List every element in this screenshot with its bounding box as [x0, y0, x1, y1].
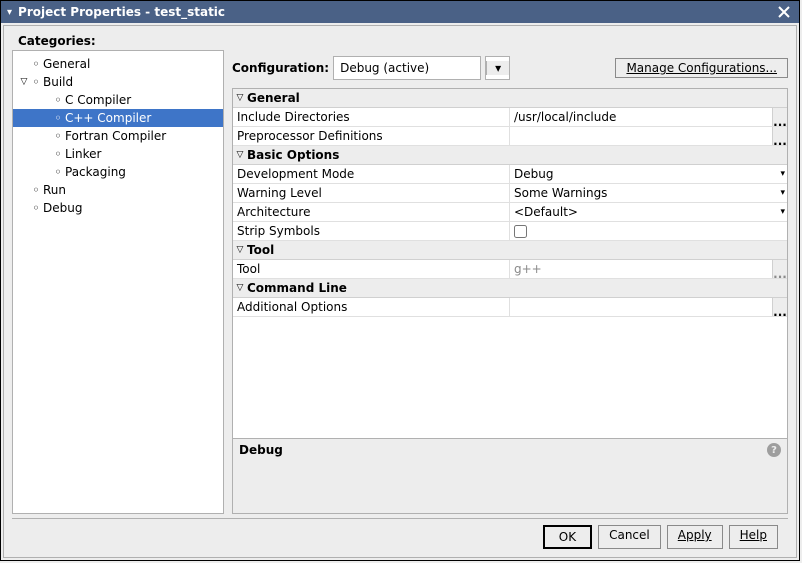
categories-label: Categories:: [18, 34, 788, 48]
strip-symbols-checkbox[interactable]: [514, 225, 527, 238]
section-general[interactable]: ▽General: [233, 89, 787, 108]
tree-item-run[interactable]: Run: [13, 181, 223, 199]
prop-strip-symbols[interactable]: Strip Symbols: [233, 222, 787, 241]
section-command-line[interactable]: ▽Command Line: [233, 279, 787, 298]
prop-warning-level[interactable]: Warning LevelSome Warnings▾: [233, 184, 787, 203]
prop-additional-options[interactable]: Additional Options...: [233, 298, 787, 317]
bullet-icon: [31, 184, 41, 196]
browse-icon[interactable]: ...: [772, 298, 787, 316]
chevron-down-icon: ▽: [233, 245, 247, 255]
bullet-icon: [53, 130, 63, 142]
bullet-icon: [31, 58, 41, 70]
window-menu-icon[interactable]: ▾: [7, 7, 12, 18]
tree-item-packaging[interactable]: Packaging: [13, 163, 223, 181]
window-title: Project Properties - test_static: [18, 5, 225, 19]
chevron-down-icon: ▾: [486, 61, 509, 75]
close-icon[interactable]: [775, 3, 793, 21]
window: ▾ Project Properties - test_static Categ…: [0, 0, 800, 561]
bullet-icon: [53, 112, 63, 124]
chevron-down-icon: ▽: [233, 283, 247, 293]
properties-pane: Configuration: Debug (active) ▾ Manage C…: [232, 50, 788, 514]
cancel-button[interactable]: Cancel: [598, 525, 661, 549]
configuration-value: Debug (active): [334, 61, 480, 75]
tree-item-debug[interactable]: Debug: [13, 199, 223, 217]
configuration-dropdown-button[interactable]: ▾: [485, 56, 510, 80]
bullet-icon: [31, 76, 41, 88]
chevron-down-icon: ▽: [233, 93, 247, 103]
apply-button[interactable]: Apply: [667, 525, 723, 549]
chevron-down-icon[interactable]: ▾: [780, 169, 785, 179]
bullet-icon: [53, 166, 63, 178]
ok-button[interactable]: OK: [543, 525, 592, 549]
configuration-label: Configuration:: [232, 61, 329, 75]
chevron-down-icon[interactable]: ▾: [780, 188, 785, 198]
tree-item-fortran-compiler[interactable]: Fortran Compiler: [13, 127, 223, 145]
chevron-down-icon: ▽: [233, 150, 247, 160]
prop-include-directories[interactable]: Include Directories/usr/local/include...: [233, 108, 787, 127]
browse-icon[interactable]: ...: [772, 127, 787, 145]
prop-tool[interactable]: Toolg++...: [233, 260, 787, 279]
configuration-select[interactable]: Debug (active): [333, 56, 481, 80]
chevron-down-icon[interactable]: ▽: [17, 77, 31, 87]
prop-architecture[interactable]: Architecture<Default>▾: [233, 203, 787, 222]
grid-empty-area: [233, 317, 787, 438]
property-grid: ▽General Include Directories/usr/local/i…: [232, 88, 788, 514]
chevron-down-icon[interactable]: ▾: [780, 207, 785, 217]
section-basic-options[interactable]: ▽Basic Options: [233, 146, 787, 165]
section-tool[interactable]: ▽Tool: [233, 241, 787, 260]
prop-preprocessor-definitions[interactable]: Preprocessor Definitions...: [233, 127, 787, 146]
manage-configurations-button[interactable]: Manage Configurations...: [615, 58, 788, 78]
browse-icon[interactable]: ...: [772, 260, 787, 278]
browse-icon[interactable]: ...: [772, 108, 787, 126]
bullet-icon: [31, 202, 41, 214]
category-tree[interactable]: General ▽Build C Compiler C++ Compiler F…: [12, 50, 224, 514]
dialog-content: Categories: General ▽Build C Compiler C+…: [3, 25, 797, 558]
bullet-icon: [53, 94, 63, 106]
tree-item-c-compiler[interactable]: C Compiler: [13, 91, 223, 109]
tree-item-cpp-compiler[interactable]: C++ Compiler: [13, 109, 223, 127]
tree-item-general[interactable]: General: [13, 55, 223, 73]
description-panel: Debug ?: [233, 438, 787, 513]
tree-item-build[interactable]: ▽Build: [13, 73, 223, 91]
help-button[interactable]: Help: [729, 525, 778, 549]
button-bar: OK Cancel Apply Help: [12, 518, 788, 555]
tree-item-linker[interactable]: Linker: [13, 145, 223, 163]
description-title: Debug: [239, 443, 283, 457]
prop-development-mode[interactable]: Development ModeDebug▾: [233, 165, 787, 184]
help-icon[interactable]: ?: [767, 443, 781, 457]
titlebar[interactable]: ▾ Project Properties - test_static: [1, 1, 799, 23]
bullet-icon: [53, 148, 63, 160]
